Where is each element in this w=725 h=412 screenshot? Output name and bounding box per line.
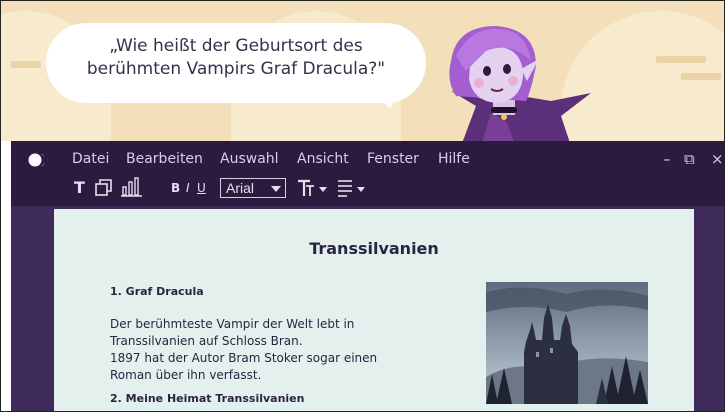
- wall-brick: [681, 73, 721, 80]
- menu-datei[interactable]: Datei: [72, 151, 109, 167]
- paragraph-line: 1897 hat der Autor Bram Stoker sogar ein…: [110, 351, 378, 365]
- castle-image: [486, 282, 648, 404]
- menu-auswahl[interactable]: Auswahl: [220, 151, 279, 167]
- chevron-down-icon: [271, 186, 281, 192]
- speech-line: „Wie heißt der Geburtsort des: [109, 36, 363, 56]
- wall-brick: [11, 61, 41, 68]
- underline-button[interactable]: U: [197, 181, 206, 195]
- document-title: Transsilvanien: [309, 239, 439, 258]
- menu-bearbeiten[interactable]: Bearbeiten: [126, 151, 203, 167]
- section-heading: 1. Graf Dracula: [110, 285, 204, 298]
- menu-ansicht[interactable]: Ansicht: [297, 151, 349, 167]
- document-page[interactable]: Transsilvanien 1. Graf Dracula Der berüh…: [54, 209, 694, 411]
- speech-text: „Wie heißt der Geburtsort des berühmten …: [61, 35, 411, 81]
- section-heading: 2. Meine Heimat Transsilvanien: [110, 392, 305, 405]
- app-logo-icon: [28, 153, 45, 167]
- close-button[interactable]: ×: [711, 150, 724, 168]
- wall-brick: [656, 56, 706, 63]
- text-editor-window: Datei Bearbeiten Auswahl Ansicht Fenster…: [11, 141, 724, 411]
- speech-line: berühmten Vampirs Graf Dracula?": [86, 59, 386, 79]
- align-icon[interactable]: [337, 179, 371, 197]
- paragraph-line: Roman über ihn verfasst.: [110, 368, 262, 382]
- text-tool-button[interactable]: T: [74, 178, 85, 197]
- minimize-button[interactable]: –: [663, 150, 671, 168]
- font-family-select[interactable]: Arial: [220, 178, 286, 198]
- menu-hilfe[interactable]: Hilfe: [438, 151, 470, 167]
- title-bar: Datei Bearbeiten Auswahl Ansicht Fenster…: [11, 141, 724, 206]
- restore-button[interactable]: ⧉: [684, 150, 695, 168]
- paragraph-line: Der berühmteste Vampir der Welt lebt in: [110, 317, 355, 331]
- vampire-character: [449, 26, 591, 141]
- chart-icon[interactable]: [121, 177, 143, 197]
- paragraph-line: Transsilvanien auf Schloss Bran.: [110, 334, 303, 348]
- font-family-value: Arial: [226, 180, 255, 196]
- bold-button[interactable]: B: [171, 181, 180, 195]
- section-paragraph: Der berühmteste Vampir der Welt lebt in …: [110, 316, 400, 384]
- menu-fenster[interactable]: Fenster: [367, 151, 419, 167]
- story-banner: „Wie heißt der Geburtsort des berühmten …: [1, 1, 724, 141]
- screen: „Wie heißt der Geburtsort des berühmten …: [0, 0, 725, 412]
- italic-button[interactable]: I: [186, 181, 190, 195]
- copy-shape-icon[interactable]: [95, 179, 113, 197]
- text-size-icon[interactable]: [297, 178, 331, 198]
